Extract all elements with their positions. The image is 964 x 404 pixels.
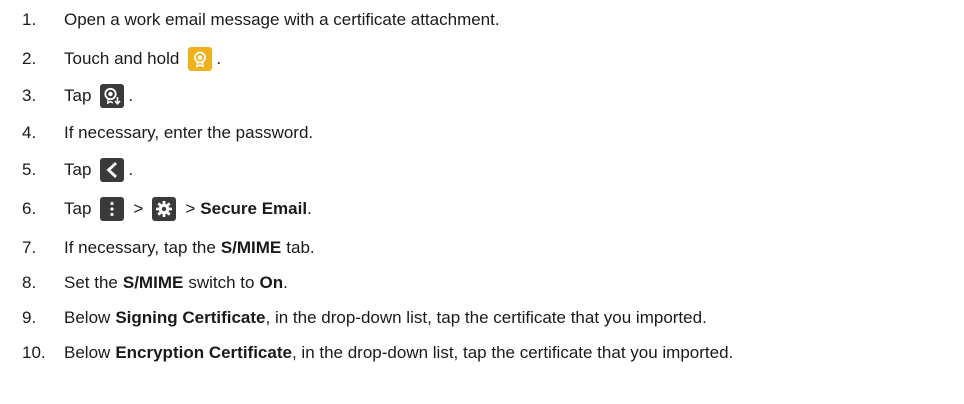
step-10-post: , in the drop-down list, tap the certifi…: [291, 343, 734, 362]
step-text: If necessary, enter the password.: [64, 123, 313, 143]
step-10-bold: Encryption Certificate: [115, 343, 292, 362]
import-certificate-icon: [100, 84, 125, 108]
step-text: Tap .: [64, 158, 133, 182]
step-text: Touch and hold .: [64, 47, 221, 71]
step-7-pre: If necessary, tap the: [64, 238, 216, 257]
step-text: Tap > > Secure Email .: [64, 197, 312, 221]
step-2-pre: Touch and hold: [64, 49, 180, 68]
step-number: 4.: [22, 123, 37, 142]
step-8-pre: Set the: [64, 273, 118, 292]
menu-more-icon: [100, 197, 125, 221]
step-7-bold: S/MIME: [220, 238, 282, 257]
step-6-post: .: [307, 199, 312, 218]
step-6-bold: Secure Email: [200, 199, 308, 218]
step-number: 10.: [22, 343, 46, 362]
step-5-pre: Tap: [64, 160, 92, 179]
step-4-text: If necessary, enter the password.: [64, 123, 314, 142]
step-7-post: tab.: [286, 238, 315, 257]
step-3-post: .: [128, 86, 134, 105]
step-number: 3.: [22, 86, 37, 105]
step-6-pre: Tap: [64, 199, 92, 218]
step-5-post: .: [128, 160, 134, 179]
step-number: 6.: [22, 199, 37, 218]
step-number: 8.: [22, 273, 37, 292]
certificate-icon: [188, 47, 213, 71]
step-9-bold: Signing Certificate: [115, 308, 266, 327]
step-number: 9.: [22, 308, 37, 327]
step-number: 7.: [22, 238, 37, 257]
step-9-pre: Below: [64, 308, 111, 327]
step-8-post: .: [283, 273, 288, 292]
step-text: Below Encryption Certificate , in the dr…: [64, 343, 733, 363]
step-2-post: .: [216, 49, 222, 68]
step-number: 1.: [22, 10, 37, 29]
step-10-pre: Below: [64, 343, 111, 362]
step-6-separator-2: >: [185, 199, 196, 218]
step-number: 5.: [22, 160, 37, 179]
settings-gear-icon: [152, 197, 177, 221]
back-arrow-icon: [100, 158, 125, 182]
step-text: Below Signing Certificate , in the drop-…: [64, 308, 707, 328]
step-8-bold-2: On: [259, 273, 284, 292]
step-9-post: , in the drop-down list, tap the certifi…: [265, 308, 707, 327]
step-text: Set the S/MIME switch to On .: [64, 273, 288, 293]
step-8-mid: switch to: [188, 273, 255, 292]
step-3-pre: Tap: [64, 86, 92, 105]
step-6-separator-1: >: [133, 199, 144, 218]
step-text: If necessary, tap the S/MIME tab.: [64, 238, 315, 258]
step-number: 2.: [22, 49, 37, 68]
step-8-bold: S/MIME: [122, 273, 184, 292]
step-text: Open a work email message with a certifi…: [64, 10, 500, 30]
step-text: Tap .: [64, 84, 133, 108]
step-1-text: Open a work email message with a certifi…: [64, 10, 500, 29]
